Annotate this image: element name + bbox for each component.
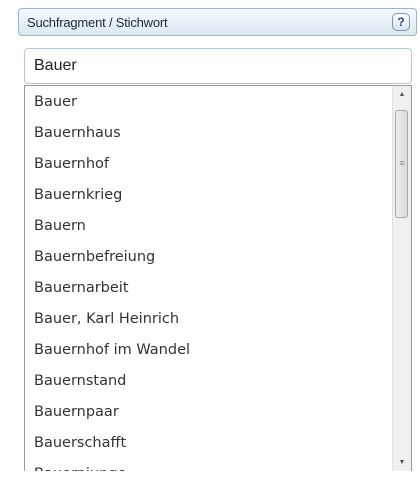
scroll-up-arrow-icon[interactable]: ▲ [393,86,411,103]
search-field-label: Suchfragment / Stichwort [27,15,168,30]
scrollbar-grip-icon: ≡ [399,158,405,168]
suggestion-item[interactable]: Bauernhof [25,149,390,180]
search-field-header: Suchfragment / Stichwort ? [18,8,417,36]
suggestion-item[interactable]: Bauernhaus [25,118,390,149]
help-icon[interactable]: ? [392,13,410,31]
suggestion-item[interactable]: Bauernarbeit [25,273,390,304]
suggestion-item[interactable]: Bauern [25,211,390,242]
scrollbar-thumb[interactable]: ≡ [395,110,408,218]
suggestion-item[interactable]: Bauer, Karl Heinrich [25,304,390,335]
suggestion-item[interactable]: Bauernjunge [25,459,390,471]
search-input[interactable] [24,48,412,84]
suggestion-item[interactable]: Bauernbefreiung [25,242,390,273]
suggestion-list: Bauer Bauernhaus Bauernhof Bauernkrieg B… [25,86,390,471]
suggestion-item[interactable]: Bauerschafft [25,428,390,459]
scroll-down-arrow-icon[interactable]: ▼ [393,454,411,471]
suggestion-item[interactable]: Bauernhof im Wandel [25,335,390,366]
suggestion-item[interactable]: Bauer [25,87,390,118]
suggestion-item[interactable]: Bauernpaar [25,397,390,428]
vertical-scrollbar[interactable]: ▲ ≡ ▼ [392,86,411,471]
suggestion-item[interactable]: Bauernkrieg [25,180,390,211]
autocomplete-dropdown: Bauer Bauernhaus Bauernhof Bauernkrieg B… [24,85,412,471]
suggestion-item[interactable]: Bauernstand [25,366,390,397]
